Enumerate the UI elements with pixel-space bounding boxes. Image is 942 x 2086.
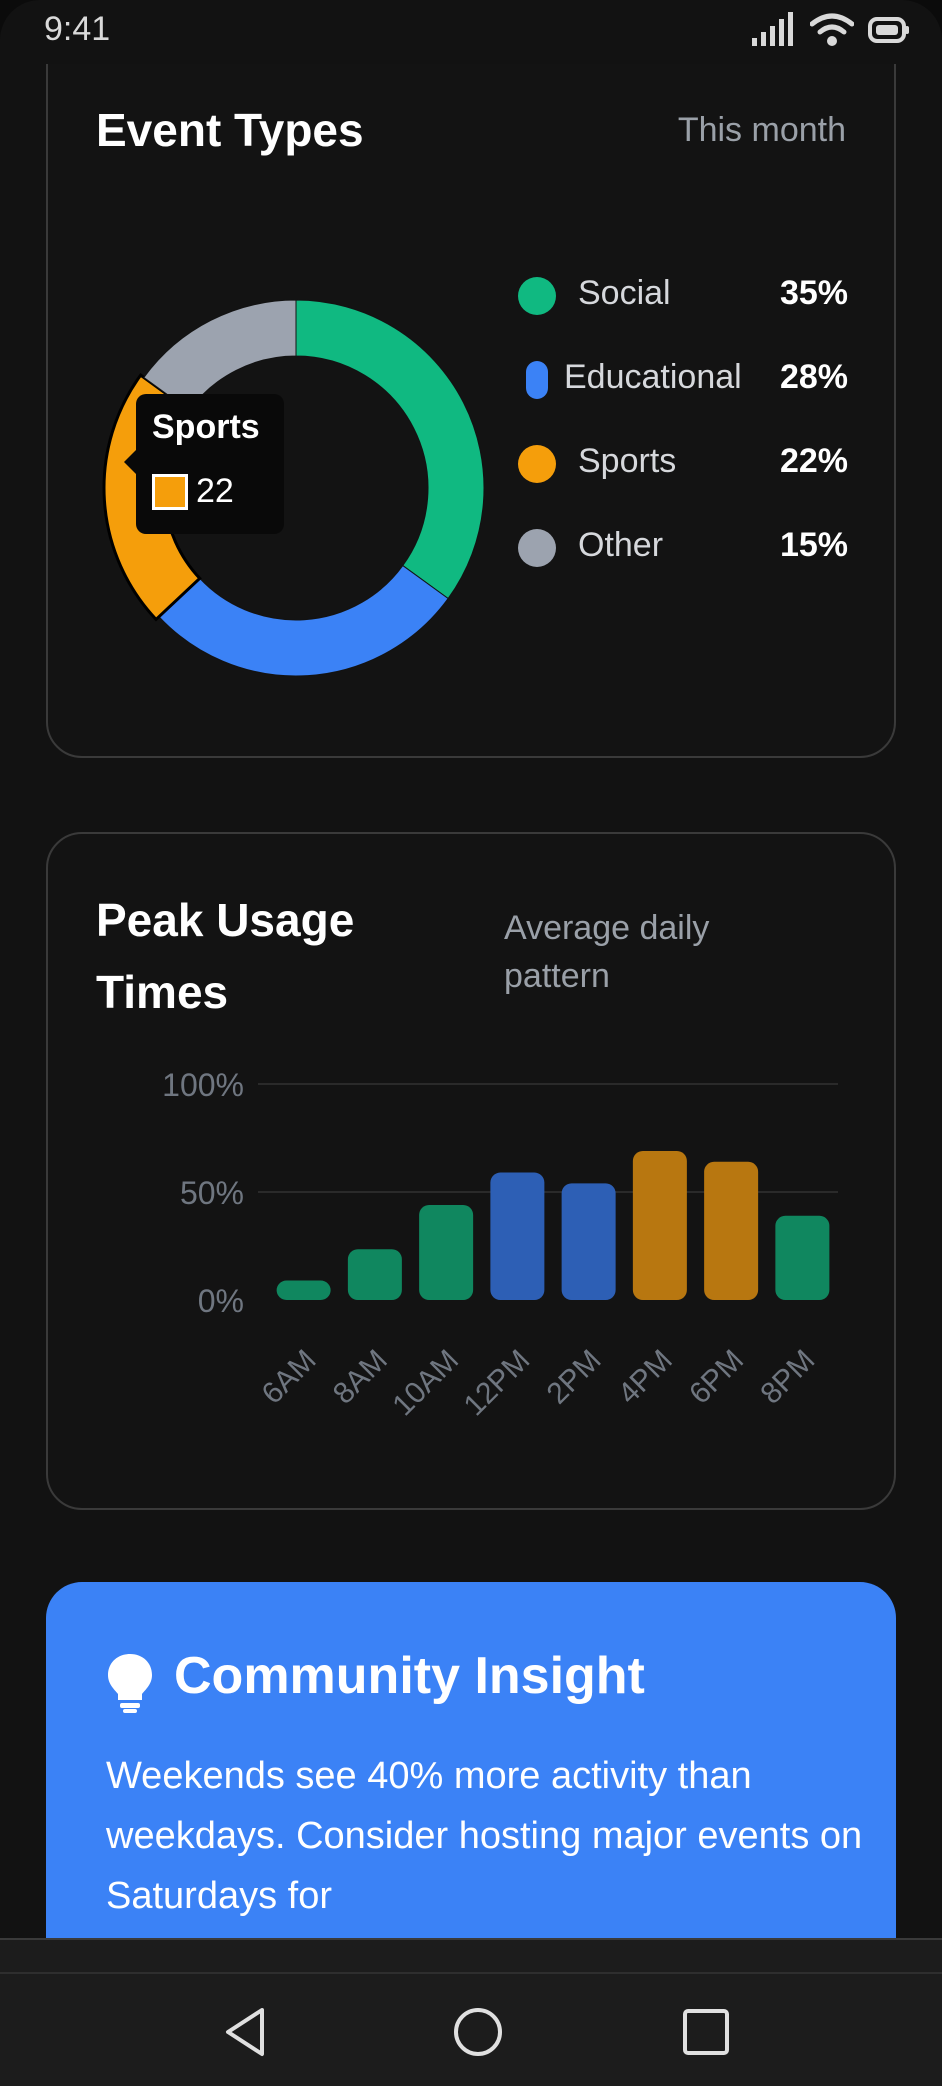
legend-value: 15% — [779, 526, 848, 564]
legend-item-social[interactable]: Social 35% — [518, 266, 848, 326]
bar-4pm[interactable] — [632, 1150, 687, 1300]
legend-label: Social — [578, 274, 671, 312]
recents-square-icon[interactable] — [678, 2004, 734, 2060]
peak-usage-card: Peak Usage Times Average daily pattern 0… — [46, 832, 896, 1510]
legend-item-sports[interactable]: Sports 22% — [518, 434, 848, 494]
system-nav-bar — [0, 1972, 942, 2086]
screen-content[interactable]: Event Types This month Social 35% Educat… — [0, 64, 942, 1938]
legend-value: 28% — [779, 358, 848, 396]
signal-icon — [752, 12, 793, 46]
peak-usage-title-line2: Times — [96, 966, 229, 1018]
wifi-icon — [810, 13, 854, 46]
back-triangle-icon[interactable] — [218, 2004, 274, 2060]
educational-dot-icon — [526, 361, 548, 399]
legend-value: 22% — [779, 442, 848, 480]
community-insight-card[interactable]: Community Insight Weekends see 40% more … — [46, 1582, 896, 1938]
x-tick-label: 10AM — [386, 1344, 465, 1423]
legend-value: 35% — [779, 274, 848, 312]
x-tick-label: 4PM — [612, 1344, 679, 1411]
x-tick-label: 8AM — [327, 1344, 394, 1411]
insight-title: Community Insight — [174, 1647, 645, 1705]
home-circle-icon[interactable] — [450, 2004, 506, 2060]
insight-text: Weekends see 40% more activity than week… — [106, 1755, 863, 1917]
x-tick-label: 2PM — [541, 1344, 608, 1411]
bar-2pm[interactable] — [561, 1183, 616, 1300]
nav-divider — [0, 1938, 942, 1972]
social-dot-icon — [518, 277, 556, 315]
legend-label: Educational — [564, 358, 742, 396]
lightbulb-icon — [108, 1654, 152, 1713]
tooltip-value: 22 — [196, 472, 234, 510]
peak-usage-subtitle-line2: pattern — [504, 957, 610, 995]
x-tick-label: 8PM — [754, 1344, 821, 1411]
y-tick-label: 0% — [198, 1283, 244, 1319]
x-tick-label: 6PM — [683, 1344, 750, 1411]
y-tick-label: 50% — [180, 1175, 244, 1211]
chart-tooltip: Sports 22 — [124, 394, 284, 534]
tooltip-swatch-icon — [152, 474, 188, 510]
peak-usage-title-line1: Peak Usage — [96, 894, 355, 946]
legend-label: Other — [578, 526, 664, 564]
donut-slice-educational[interactable] — [158, 564, 449, 677]
status-time: 9:41 — [44, 10, 111, 48]
tooltip-arrow-icon — [124, 450, 136, 474]
status-icons — [752, 12, 910, 48]
sports-dot-icon — [518, 445, 556, 483]
peak-usage-subtitle-line1: Average daily — [504, 909, 710, 947]
bar-8pm[interactable] — [775, 1215, 830, 1300]
x-tick-label: 6AM — [256, 1344, 323, 1411]
battery-icon — [868, 17, 909, 43]
bar-10am[interactable] — [419, 1204, 474, 1300]
bar-8am[interactable] — [347, 1249, 402, 1300]
y-tick-label: 100% — [162, 1067, 244, 1103]
tooltip-title: Sports — [152, 408, 260, 446]
event-types-title: Event Types — [96, 104, 364, 156]
peak-usage-bar-chart[interactable]: 0% 50% 100% 6AM 8AM10AM12PM 2PM 4PM 6PM 8PM — [58, 1064, 838, 1444]
bar-12pm[interactable] — [490, 1172, 545, 1300]
event-types-card: Event Types This month Social 35% Educat… — [46, 64, 896, 758]
donut-slice-social[interactable] — [295, 299, 485, 600]
legend-item-other[interactable]: Other 15% — [518, 518, 848, 578]
legend-label: Sports — [578, 442, 677, 480]
status-bar: 9:41 — [0, 0, 942, 64]
legend-item-educational[interactable]: Educational 28% — [518, 350, 848, 410]
other-dot-icon — [518, 529, 556, 567]
event-types-period: This month — [677, 111, 846, 149]
bar-6am[interactable] — [276, 1280, 331, 1300]
bar-6pm[interactable] — [704, 1161, 759, 1300]
x-tick-label: 12PM — [458, 1344, 537, 1423]
